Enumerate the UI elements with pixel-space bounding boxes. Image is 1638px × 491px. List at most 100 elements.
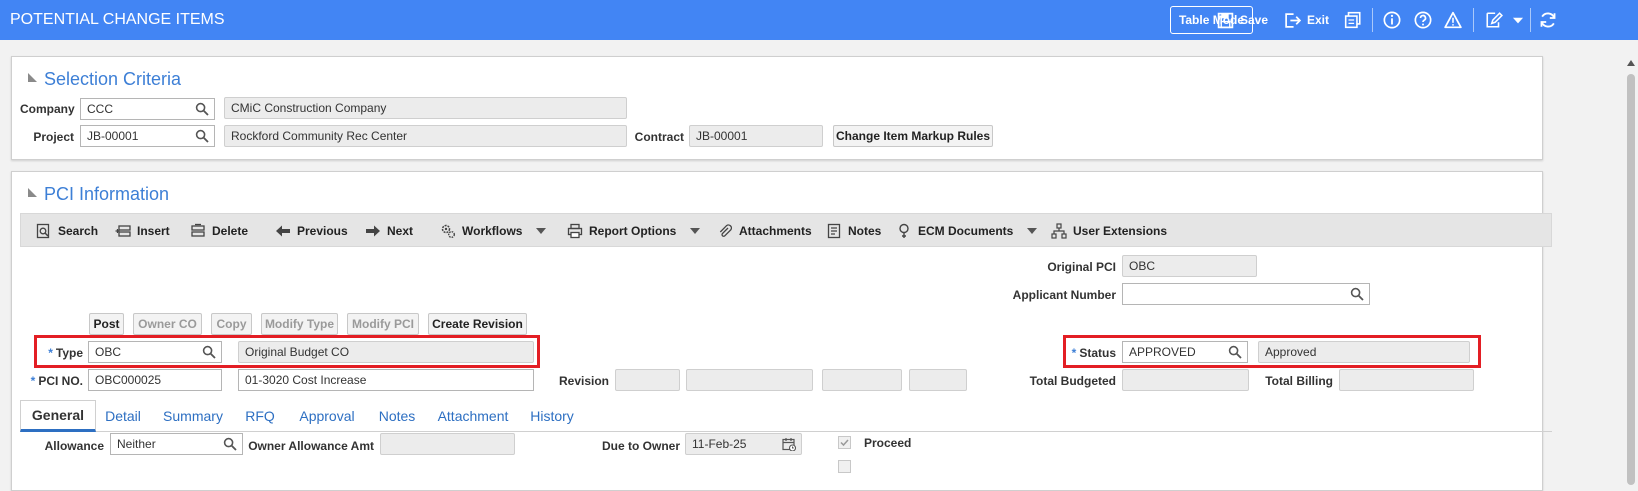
copy-button[interactable]: Copy [211,313,252,335]
tab-detail[interactable]: Detail [98,400,148,432]
scroll-thumb[interactable] [1627,74,1635,485]
collapse-triangle-icon[interactable] [28,188,37,197]
contract-label: Contract [634,130,684,144]
help-icon[interactable] [1413,10,1433,30]
exit-label: Exit [1307,13,1330,27]
notes-icon [827,223,841,239]
chevron-down-icon[interactable] [1508,10,1528,30]
detail-tabs: General Detail Summary RFQ Approval Note… [20,400,1552,432]
proceed-checkbox[interactable] [838,436,851,449]
chevron-down-icon[interactable] [536,228,547,234]
printer-icon [567,223,583,239]
project-code-input[interactable]: JB-00001 [80,125,215,147]
company-label: Company [20,102,75,116]
total-billing-label: Total Billing [1265,374,1333,388]
info-icon[interactable] [1382,10,1402,30]
exit-button[interactable]: Exit [1284,0,1329,40]
search-doc-icon [36,223,50,239]
gears-icon [441,224,455,238]
applicant-number-input[interactable] [1122,283,1370,305]
page-title: POTENTIAL CHANGE ITEMS [10,11,225,28]
warning-icon[interactable] [1443,10,1463,30]
total-budgeted-field [1122,369,1249,391]
search-icon[interactable] [223,437,237,451]
type-highlight-box [34,335,540,368]
tab-general[interactable]: General [20,400,96,432]
modify-pci-button[interactable]: Modify PCI [347,313,419,335]
revision-label: Revision [558,374,609,388]
previous-button[interactable]: Previous [275,214,348,248]
tab-summary[interactable]: Summary [158,400,228,432]
total-budgeted-label: Total Budgeted [1029,374,1116,388]
next-button[interactable]: Next [365,214,413,248]
header-divider [1530,8,1531,32]
delete-button[interactable]: Delete [190,214,248,248]
due-to-owner-label: Due to Owner [601,439,680,453]
revision-field-4 [909,369,967,391]
arrow-left-icon [276,225,290,237]
attachments-button[interactable]: Attachments [717,214,812,248]
tab-approval[interactable]: Approval [292,400,362,432]
secondary-checkbox[interactable] [838,460,851,473]
print-icon[interactable] [1343,10,1363,30]
save-button[interactable]: Save [1217,0,1268,40]
page-scrollbar[interactable] [1624,56,1638,485]
project-name-field: Rockford Community Rec Center [224,125,627,147]
search-button[interactable]: Search [36,214,98,248]
notes-button[interactable]: Notes [826,214,881,248]
arrow-right-icon [366,225,380,237]
pci-information-title: PCI Information [44,184,170,204]
due-to-owner-field[interactable]: 11-Feb-25 [685,433,802,455]
chevron-down-icon[interactable] [690,228,701,234]
owner-allowance-amt-field [380,433,515,455]
tab-rfq[interactable]: RFQ [240,400,280,432]
owner-co-button[interactable]: Owner CO [133,313,202,335]
revision-field-2 [686,369,813,391]
modify-type-button[interactable]: Modify Type [261,313,338,335]
hierarchy-icon [1051,223,1067,239]
chevron-down-icon[interactable] [1027,228,1038,234]
revision-field-3 [822,369,902,391]
search-icon[interactable] [195,102,209,116]
pci-description-input[interactable]: 01-3020 Cost Increase [238,369,534,391]
ecm-documents-button[interactable]: ECM Documents [896,214,1038,248]
insert-button[interactable]: Insert [115,214,170,248]
paperclip-icon [719,224,733,237]
pci-no-label: * PCI NO. [30,374,83,388]
refresh-icon[interactable] [1538,10,1558,30]
exit-icon [1285,12,1301,28]
proceed-label: Proceed [864,436,912,450]
search-icon[interactable] [195,129,209,143]
edit-icon[interactable] [1484,10,1504,30]
checkmark-icon [840,439,849,447]
tab-notes[interactable]: Notes [372,400,422,432]
revision-field-1 [615,369,680,391]
pci-no-input[interactable]: OBC000025 [88,369,222,391]
insert-row-icon [115,225,131,237]
allowance-label: Allowance [44,439,104,453]
company-name-field: CMiC Construction Company [224,97,627,119]
header-divider [1372,8,1373,32]
change-item-markup-rules-button[interactable]: Change Item Markup Rules [833,125,993,147]
collapse-triangle-icon[interactable] [28,73,37,82]
user-extensions-button[interactable]: User Extensions [1051,214,1167,248]
selection-criteria-panel: Selection Criteria Company CCC CMiC Cons… [11,56,1543,160]
create-revision-button[interactable]: Create Revision [428,313,527,335]
tab-attachment[interactable]: Attachment [432,400,514,432]
app-header: POTENTIAL CHANGE ITEMS Table Mode Save E… [0,0,1638,40]
scroll-up-icon[interactable] [1627,60,1635,66]
calendar-icon[interactable] [782,437,797,452]
applicant-number-label: Applicant Number [1012,288,1116,302]
total-billing-field [1339,369,1474,391]
report-options-button[interactable]: Report Options [567,214,701,248]
allowance-select[interactable]: Neither [110,433,243,455]
search-icon[interactable] [1350,287,1364,301]
tab-history[interactable]: History [524,400,580,432]
post-button[interactable]: Post [89,313,124,335]
project-label: Project [33,130,74,144]
header-divider [1473,8,1474,32]
original-pci-label: Original PCI [1047,260,1116,274]
workflows-button[interactable]: Workflows [440,214,547,248]
company-code-input[interactable]: CCC [80,98,215,120]
owner-allowance-amt-label: Owner Allowance Amt [248,439,374,453]
